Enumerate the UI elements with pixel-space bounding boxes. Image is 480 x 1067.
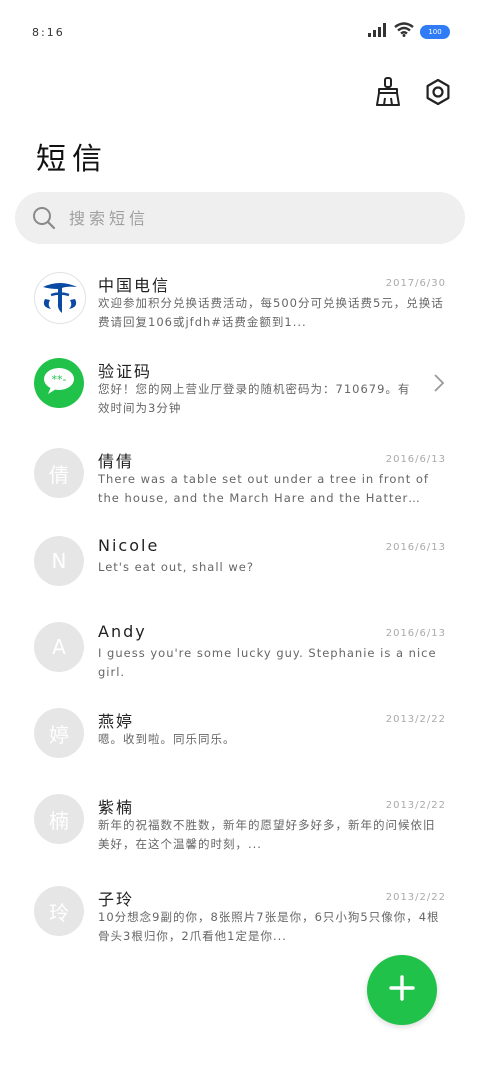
message-preview: 新年的祝福数不胜数，新年的愿望好多好多，新年的问候依旧美好，在这个温馨的时刻，.… [98, 818, 436, 851]
message-item-andy[interactable]: A Andy 2016/6/13 I guess you're some luc… [0, 606, 480, 692]
message-item-nicole[interactable]: N Nicole 2016/6/13 Let's eat out, shall … [0, 520, 480, 606]
message-date: 2017/6/30 [385, 278, 446, 289]
gear-icon [424, 78, 452, 110]
avatar-nicole: N [34, 536, 84, 586]
status-time: 8:16 [32, 26, 65, 39]
message-preview: 您好！您的网上营业厅登录的随机密码为：710679。有效时间为3分钟 [98, 382, 411, 415]
status-icons: 100 [368, 22, 450, 41]
message-item-telecom[interactable]: 中国电信 2017/6/30 欢迎参加积分兑换话费活动，每500分可兑换话费5元… [0, 256, 480, 342]
message-sender: Nicole [98, 536, 160, 555]
message-sender: 紫楠 [98, 798, 135, 817]
message-date: 2013/2/22 [385, 892, 446, 903]
avatar-qianqian: 倩 [34, 448, 84, 498]
avatar-telecom [34, 272, 86, 324]
message-preview: 嗯。收到啦。同乐同乐。 [98, 732, 236, 746]
settings-button[interactable] [422, 78, 454, 110]
message-date: 2016/6/13 [385, 628, 446, 639]
battery-icon: 100 [420, 24, 450, 39]
message-bubble-icon: **- [42, 366, 76, 401]
status-bar: 8:16 100 [0, 0, 480, 64]
avatar-yanting: 婷 [34, 708, 84, 758]
clean-button[interactable] [372, 77, 404, 111]
search-icon [31, 205, 57, 231]
message-list: 中国电信 2017/6/30 欢迎参加积分兑换话费活动，每500分可兑换话费5元… [0, 256, 480, 956]
avatar-andy: A [34, 622, 84, 672]
message-preview: 10分想念9副的你，8张照片7张是你，6只小狗5只像你，4根骨头3根归你，2爪看… [98, 910, 440, 943]
message-sender: 中国电信 [98, 276, 171, 295]
avatar-verification: **- [34, 358, 84, 408]
message-sender: Andy [98, 622, 147, 641]
message-preview: I guess you're some lucky guy. Stephanie… [98, 646, 437, 679]
message-sender: 子玲 [98, 890, 135, 909]
message-date: 2013/2/22 [385, 714, 446, 725]
message-sender: 验证码 [98, 362, 153, 381]
message-date: 2016/6/13 [385, 454, 446, 465]
message-item-qianqian[interactable]: 倩 倩倩 2016/6/13 There was a table set out… [0, 432, 480, 520]
toolbar [372, 77, 454, 111]
message-date: 2013/2/22 [385, 800, 446, 811]
search-bar[interactable] [15, 192, 465, 244]
message-sender: 燕婷 [98, 712, 135, 731]
message-date: 2016/6/13 [385, 542, 446, 553]
wifi-icon [394, 22, 414, 41]
message-item-zinan[interactable]: 楠 紫楠 2013/2/22 新年的祝福数不胜数，新年的愿望好多好多，新年的问候… [0, 778, 480, 870]
message-item-ziling[interactable]: 玲 子玲 2013/2/22 10分想念9副的你，8张照片7张是你，6只小狗5只… [0, 870, 480, 956]
svg-text:**-: **- [52, 373, 67, 386]
page-title: 短信 [36, 142, 108, 177]
chevron-right-icon[interactable] [432, 372, 446, 394]
message-preview: Let's eat out, shall we? [98, 560, 254, 574]
broom-icon [374, 77, 402, 111]
plus-icon [387, 973, 417, 1007]
message-sender: 倩倩 [98, 452, 135, 471]
avatar-zinan: 楠 [34, 794, 84, 844]
message-item-yanting[interactable]: 婷 燕婷 2013/2/22 嗯。收到啦。同乐同乐。 [0, 692, 480, 778]
signal-icon [368, 22, 388, 41]
telecom-logo-icon [37, 273, 83, 323]
avatar-ziling: 玲 [34, 886, 84, 936]
message-item-verification[interactable]: **- 验证码 您好！您的网上营业厅登录的随机密码为：710679。有效时间为3… [0, 342, 480, 432]
new-message-button[interactable] [367, 955, 437, 1025]
search-input[interactable] [67, 207, 431, 229]
message-preview: 欢迎参加积分兑换话费活动，每500分可兑换话费5元，兑换话费请回复106或jfd… [98, 296, 444, 329]
message-preview: There was a table set out under a tree i… [98, 472, 429, 505]
